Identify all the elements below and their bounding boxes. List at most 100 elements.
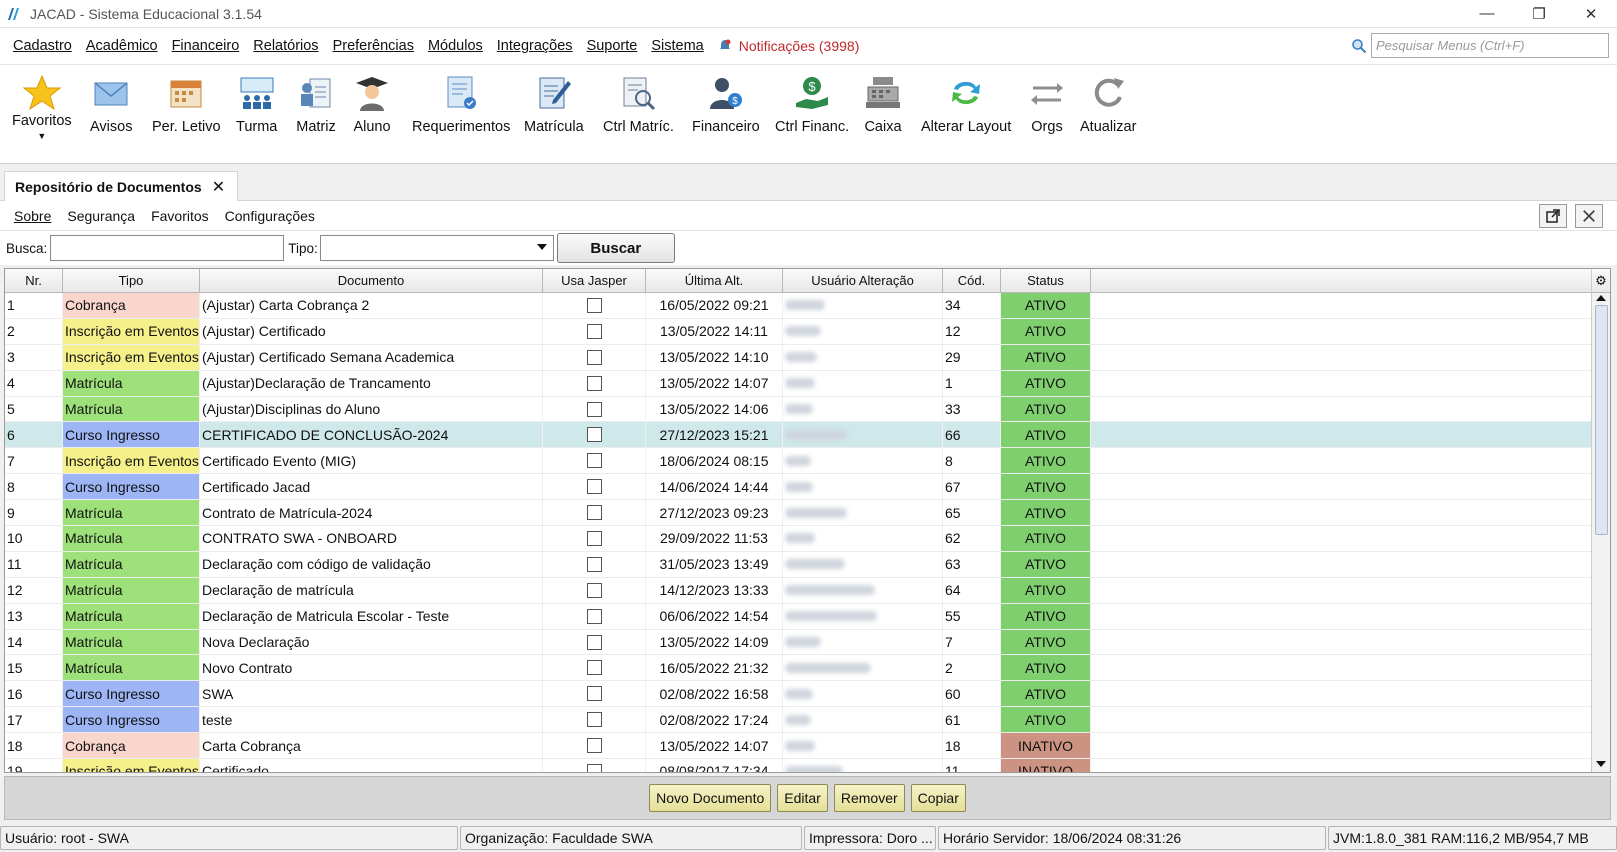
menu-search-input[interactable] [1371,33,1609,58]
usa-jasper-checkbox[interactable] [586,634,602,650]
notifications-link[interactable]: Notificações (3998) [719,38,859,54]
usa-jasper-checkbox[interactable] [586,556,602,572]
usa-jasper-checkbox[interactable] [586,763,602,772]
table-row[interactable]: 17 Curso Ingresso teste 02/08/2022 17:24 61 A… [5,707,1592,734]
usa-jasper-checkbox[interactable] [586,660,602,676]
caixa-button[interactable]: Caixa [863,73,903,135]
table-row[interactable]: 6 Curso Ingresso CERTIFICADO DE CONCLUSÃO-… [5,422,1592,449]
table-row[interactable]: 4 Matrícula (Ajustar)Declaração de Trancam… [5,370,1592,397]
close-screen-icon[interactable] [1575,204,1603,228]
menu-preferencias[interactable]: Preferências [326,38,421,54]
menu-modulos[interactable]: Módulos [421,38,490,54]
financeiro-button[interactable]: $ Financeiro [692,73,760,135]
usa-jasper-checkbox[interactable] [586,453,602,469]
table-row[interactable]: 14 Matrícula Nova Declaração 13/05/2022 14:… [5,629,1592,656]
usa-jasper-checkbox[interactable] [586,427,602,443]
matriz-button[interactable]: Matriz [296,73,336,135]
restore-icon[interactable]: ❐ [1513,0,1565,28]
menu-integracoes[interactable]: Integrações [490,38,580,54]
table-row[interactable]: 16 Curso Ingresso SWA 02/08/2022 16:58 60 ATI… [5,681,1592,708]
usa-jasper-checkbox[interactable] [586,686,602,702]
editar-button[interactable]: Editar [777,784,828,812]
requerimentos-button[interactable]: Requerimentos [412,73,510,135]
table-row[interactable]: 13 Matrícula Declaração de Matricula Escol… [5,603,1592,630]
usa-jasper-checkbox[interactable] [586,738,602,754]
orgs-button[interactable]: Orgs [1027,73,1067,135]
scroll-up-icon[interactable] [1596,295,1606,301]
gear-icon[interactable]: ⚙ [1592,269,1610,293]
minimize-icon[interactable]: — [1461,0,1513,28]
table-row[interactable]: 9 Matrícula Contrato de Matrícula-2024 27/1… [5,500,1592,527]
alterar-layout-button[interactable]: Alterar Layout [921,73,1011,135]
cell-documento: Certificado Jacad [200,474,543,500]
cell-status: ATIVO [1001,293,1091,318]
table-row[interactable]: 8 Curso Ingresso Certificado Jacad 14/06/20… [5,474,1592,501]
table-row[interactable]: 7 Inscrição em Eventos Certificado Evento … [5,448,1592,475]
matricula-button[interactable]: Matrícula [524,73,584,135]
column-header-usuario-alteracao[interactable]: Usuário Alteração [783,269,943,293]
vertical-scrollbar[interactable]: ⚙ [1591,269,1610,772]
table-row[interactable]: 3 Inscrição em Eventos (Ajustar) Certifica… [5,344,1592,371]
column-header-nr[interactable]: Nr. [5,269,63,293]
column-header-documento[interactable]: Documento [200,269,543,293]
menu-financeiro[interactable]: Financeiro [165,38,247,54]
atualizar-button[interactable]: Atualizar [1080,73,1136,135]
table-row[interactable]: 12 Matrícula Declaração de matrícula 14/12/… [5,577,1592,604]
close-tab-icon[interactable]: ✕ [212,177,225,197]
detach-window-icon[interactable] [1539,204,1567,228]
cell-tipo: Matrícula [63,629,200,655]
ctrl-matric-button[interactable]: Ctrl Matríc. [603,73,674,135]
favoritos-button[interactable]: Favoritos ▼ [12,73,72,141]
usa-jasper-checkbox[interactable] [586,608,602,624]
usa-jasper-checkbox[interactable] [586,349,602,365]
menu-sobre[interactable]: Sobre [6,208,59,224]
busca-input[interactable] [50,235,285,261]
copiar-button[interactable]: Copiar [910,784,966,812]
per-letivo-button[interactable]: Per. Letivo [152,73,221,135]
tipo-select[interactable] [319,235,554,261]
menu-seguranca[interactable]: Segurança [59,208,143,224]
table-row[interactable]: 18 Cobrança Carta Cobrança 13/05/2022 14:07… [5,733,1592,760]
table-row[interactable]: 5 Matrícula (Ajustar)Disciplinas do Aluno 1… [5,396,1592,423]
column-header-tipo[interactable]: Tipo [63,269,200,293]
table-row[interactable]: 19 Inscrição em Eventos Certificado 08/08/2… [5,759,1592,772]
usa-jasper-checkbox[interactable] [586,479,602,495]
usa-jasper-checkbox[interactable] [586,582,602,598]
menu-configuracoes[interactable]: Configurações [217,208,323,224]
column-header-status[interactable]: Status [1001,269,1091,293]
usa-jasper-checkbox[interactable] [586,401,602,417]
menu-favoritos[interactable]: Favoritos [143,208,217,224]
scroll-thumb[interactable] [1595,305,1608,535]
menu-sistema[interactable]: Sistema [644,38,710,54]
table-row[interactable]: 11 Matrícula Declaração com código de vali… [5,551,1592,578]
close-window-icon[interactable]: ✕ [1565,0,1617,28]
usa-jasper-checkbox[interactable] [586,530,602,546]
table-row[interactable]: 15 Matrícula Novo Contrato 16/05/2022 21:32… [5,655,1592,682]
favoritos-label: Favoritos [12,113,72,129]
menu-suporte[interactable]: Suporte [580,38,645,54]
novo-documento-button[interactable]: Novo Documento [649,784,772,812]
usa-jasper-checkbox[interactable] [586,505,602,521]
scroll-down-icon[interactable] [1596,761,1606,767]
usa-jasper-checkbox[interactable] [586,375,602,391]
usa-jasper-checkbox[interactable] [586,323,602,339]
avisos-button[interactable]: Avisos [90,73,132,135]
menu-cadastro[interactable]: Cadastro [6,38,79,54]
tab-repositorio-documentos[interactable]: Repositório de Documentos ✕ [4,171,238,202]
turma-button[interactable]: Turma [236,73,277,135]
usa-jasper-checkbox[interactable] [586,712,602,728]
ctrl-financ-button[interactable]: $ Ctrl Financ. [775,73,849,135]
usa-jasper-checkbox[interactable] [586,297,602,313]
menu-relatorios[interactable]: Relatórios [246,38,325,54]
buscar-button[interactable]: Buscar [556,233,675,263]
column-header-usa-jasper[interactable]: Usa Jasper [543,269,646,293]
table-row[interactable]: 1 Cobrança (Ajustar) Carta Cobrança 2 16/05… [5,293,1592,319]
table-row[interactable]: 10 Matrícula CONTRATO SWA - ONBOARD 29/09/2… [5,526,1592,552]
remover-button[interactable]: Remover [833,784,905,812]
column-header-ultima-alt[interactable]: Última Alt. [646,269,783,293]
status-impressora[interactable]: Impressora: Doro ... [804,826,936,850]
table-row[interactable]: 2 Inscrição em Eventos (Ajustar) Certifica… [5,318,1592,345]
aluno-button[interactable]: Aluno [352,73,392,135]
menu-academico[interactable]: Acadêmico [79,38,165,54]
column-header-cod[interactable]: Cód. [943,269,1001,293]
